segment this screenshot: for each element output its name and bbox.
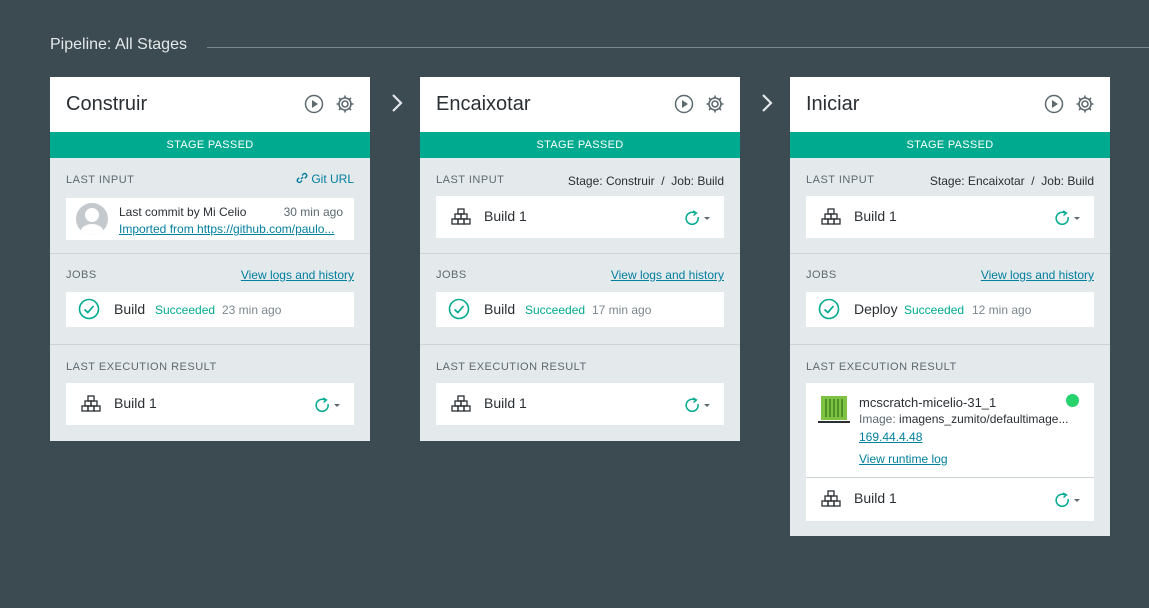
job-row[interactable]: Build Succeeded 17 min ago: [436, 292, 724, 327]
running-status-indicator: [1066, 394, 1079, 407]
stage-card-iniciar: Iniciar STAGE PASSED LAST INPUT Stage: E…: [790, 77, 1110, 536]
stage-title: Iniciar: [806, 93, 860, 115]
build-row[interactable]: Build 1: [806, 478, 1094, 521]
build-label: Build 1: [854, 490, 897, 506]
build-label: Build 1: [114, 395, 157, 411]
jobs-section: JOBS View logs and history Build Succeed…: [50, 254, 370, 345]
stage-status-banner: STAGE PASSED: [420, 132, 740, 158]
execution-result-box: mcscratch-micelio-31_1 Image: imagens_zu…: [806, 383, 1094, 521]
check-circle-icon: [78, 298, 100, 320]
build-row[interactable]: Build 1: [806, 196, 1094, 238]
build-row[interactable]: Build 1: [436, 383, 724, 425]
container-image: Image: imagens_zumito/defaultimage...: [859, 412, 1083, 426]
job-row[interactable]: Build Succeeded 23 min ago: [66, 292, 354, 327]
last-execution-section: LAST EXECUTION RESULT Build 1: [50, 345, 370, 441]
build-stack-icon: [821, 208, 841, 225]
play-icon[interactable]: [1044, 94, 1064, 114]
play-icon[interactable]: [304, 94, 324, 114]
job-status: Succeeded: [155, 303, 216, 317]
avatar: [76, 203, 108, 235]
stage-title: Encaixotar: [436, 93, 531, 115]
stage-status-banner: STAGE PASSED: [790, 132, 1110, 158]
view-logs-link[interactable]: View logs and history: [241, 268, 354, 282]
container-icon: [818, 396, 850, 423]
section-label: JOBS: [806, 269, 837, 281]
commit-title: Last commit by Mi Celio: [119, 205, 247, 219]
check-circle-icon: [818, 298, 840, 320]
chevron-right-icon: [392, 94, 403, 112]
section-label: LAST EXECUTION RESULT: [806, 361, 957, 373]
job-status: Succeeded: [525, 303, 586, 317]
header-divider: [207, 47, 1149, 48]
check-circle-icon: [448, 298, 470, 320]
job-time: 12 min ago: [972, 303, 1032, 317]
build-label: Build 1: [484, 395, 527, 411]
section-label: LAST INPUT: [806, 174, 875, 186]
jobs-section: JOBS View logs and history Build Succeed…: [420, 254, 740, 345]
chevron-right-icon: [762, 94, 773, 112]
redeploy-icon[interactable]: [314, 396, 344, 414]
job-name: Build: [484, 301, 516, 317]
page-title: Pipeline: All Stages: [50, 36, 187, 53]
image-label: Image:: [859, 412, 896, 426]
build-stack-icon: [451, 395, 471, 412]
job-status: Succeeded: [904, 303, 965, 317]
section-label: JOBS: [66, 269, 97, 281]
stage-header: Iniciar: [790, 77, 1110, 132]
stage-header: Encaixotar: [420, 77, 740, 132]
link-icon: [296, 172, 308, 184]
input-source: Stage: Encaixotar / Job: Build: [929, 174, 1094, 188]
job-time: 23 min ago: [222, 303, 282, 317]
last-input-section: LAST INPUT Git URL Last commit by Mi Cel…: [50, 158, 370, 254]
redeploy-icon[interactable]: [684, 209, 714, 227]
job-row[interactable]: Deploy Succeeded 12 min ago: [806, 292, 1094, 327]
stage-title: Construir: [66, 93, 148, 115]
gear-icon[interactable]: [1075, 94, 1095, 114]
section-label: LAST EXECUTION RESULT: [66, 361, 217, 373]
build-row[interactable]: Build 1: [66, 383, 354, 425]
job-name: Deploy: [854, 301, 898, 317]
job-name: Build: [114, 301, 146, 317]
redeploy-icon[interactable]: [1054, 209, 1084, 227]
stage-status-banner: STAGE PASSED: [50, 132, 370, 158]
redeploy-icon[interactable]: [684, 396, 714, 414]
commit-box: Last commit by Mi Celio 30 min ago Impor…: [66, 198, 354, 240]
build-label: Build 1: [484, 208, 527, 224]
commit-message-link[interactable]: Imported from https://github.com/paulo..…: [119, 222, 343, 236]
stage-card-encaixotar: Encaixotar STAGE PASSED LAST INPUT Stage…: [420, 77, 740, 441]
image-value: imagens_zumito/defaultimage...: [899, 412, 1069, 426]
last-execution-section: LAST EXECUTION RESULT Build 1: [420, 345, 740, 441]
stage-card-construir: Construir STAGE PASSED LAST INPUT Git UR…: [50, 77, 370, 441]
git-url-link[interactable]: Git URL: [296, 172, 354, 186]
page-header: Pipeline: All Stages: [50, 36, 1149, 58]
input-source: Stage: Construir / Job: Build: [567, 174, 724, 188]
section-label: JOBS: [436, 269, 467, 281]
jobs-section: JOBS View logs and history Deploy Succee…: [790, 254, 1110, 345]
build-label: Build 1: [854, 208, 897, 224]
redeploy-icon[interactable]: [1054, 491, 1084, 509]
view-logs-link[interactable]: View logs and history: [981, 268, 1094, 282]
play-icon[interactable]: [674, 94, 694, 114]
section-label: LAST EXECUTION RESULT: [436, 361, 587, 373]
last-input-section: LAST INPUT Stage: Encaixotar / Job: Buil…: [790, 158, 1110, 254]
section-label: LAST INPUT: [436, 174, 505, 186]
commit-time: 30 min ago: [283, 205, 343, 219]
build-stack-icon: [821, 490, 841, 507]
gear-icon[interactable]: [335, 94, 355, 114]
job-time: 17 min ago: [592, 303, 652, 317]
stage-header: Construir: [50, 77, 370, 132]
view-logs-link[interactable]: View logs and history: [611, 268, 724, 282]
gear-icon[interactable]: [705, 94, 725, 114]
build-row[interactable]: Build 1: [436, 196, 724, 238]
build-stack-icon: [81, 395, 101, 412]
view-runtime-log-link[interactable]: View runtime log: [859, 452, 948, 466]
last-input-section: LAST INPUT Stage: Construir / Job: Build…: [420, 158, 740, 254]
section-label: LAST INPUT: [66, 174, 135, 186]
container-name: mcscratch-micelio-31_1: [859, 395, 997, 410]
build-stack-icon: [451, 208, 471, 225]
container-ip-link[interactable]: 169.44.4.48: [859, 430, 922, 444]
git-url-label: Git URL: [311, 172, 354, 186]
last-execution-section: LAST EXECUTION RESULT mcscratch-micelio-…: [790, 345, 1110, 536]
